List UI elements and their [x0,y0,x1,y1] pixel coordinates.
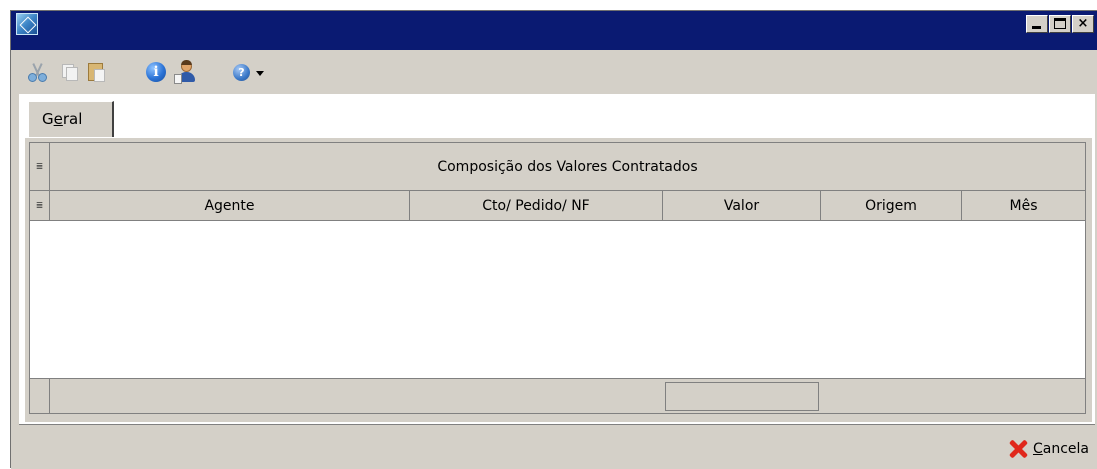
column-header-valor[interactable]: Valor [663,191,821,220]
close-button[interactable]: × [1072,15,1094,33]
help-icon[interactable]: ? [233,62,253,82]
cancel-button[interactable]: Cancela [1008,438,1089,460]
maximize-button[interactable] [1049,15,1071,33]
column-header-cto-pedido-nf[interactable]: Cto/ Pedido/ NF [410,191,663,220]
tab-content: ≣ Composição dos Valores Contratados ≣ A… [25,137,1092,422]
main-window: × i ? Geral ≣ Composição dos Valores Con… [10,10,1097,469]
copy-icon[interactable] [60,62,80,82]
values-grid[interactable]: ≣ Composição dos Valores Contratados ≣ A… [29,142,1086,414]
app-icon[interactable] [16,13,38,35]
row-selector-icon[interactable]: ≣ [30,191,50,220]
maximize-icon [1054,18,1066,29]
valor-total-cell [665,382,819,411]
tab-geral[interactable]: Geral [28,101,114,137]
cancel-icon [1008,439,1028,459]
column-header-agente[interactable]: Agente [50,191,410,220]
grid-footer [30,378,1085,413]
minimize-icon [1032,26,1041,29]
footer-row-selector [30,379,50,413]
cancel-label: Cancela [1032,441,1089,457]
grid-caption: ≣ Composição dos Valores Contratados [30,143,1085,191]
column-header-origem[interactable]: Origem [821,191,962,220]
paste-icon[interactable] [86,62,106,82]
column-header-mes[interactable]: Mês [962,191,1085,220]
close-icon: × [1077,16,1089,31]
dropdown-arrow-icon[interactable] [256,71,264,76]
title-bar[interactable]: × [11,11,1097,50]
grid-title: Composição dos Valores Contratados [437,159,698,175]
bottom-bar: Cancela [11,429,1097,469]
tab-panel: Geral ≣ Composição dos Valores Contratad… [19,94,1095,425]
minimize-button[interactable] [1026,15,1048,33]
tab-label: Geral [42,110,83,128]
scissors-icon[interactable] [28,62,48,82]
window-controls: × [1025,15,1094,33]
grid-header: ≣ Agente Cto/ Pedido/ NF Valor Origem Mê… [30,191,1085,221]
user-icon[interactable] [174,60,198,84]
info-icon[interactable]: i [146,62,166,82]
row-selector-icon[interactable]: ≣ [30,143,50,190]
toolbar: i ? [11,50,1097,94]
